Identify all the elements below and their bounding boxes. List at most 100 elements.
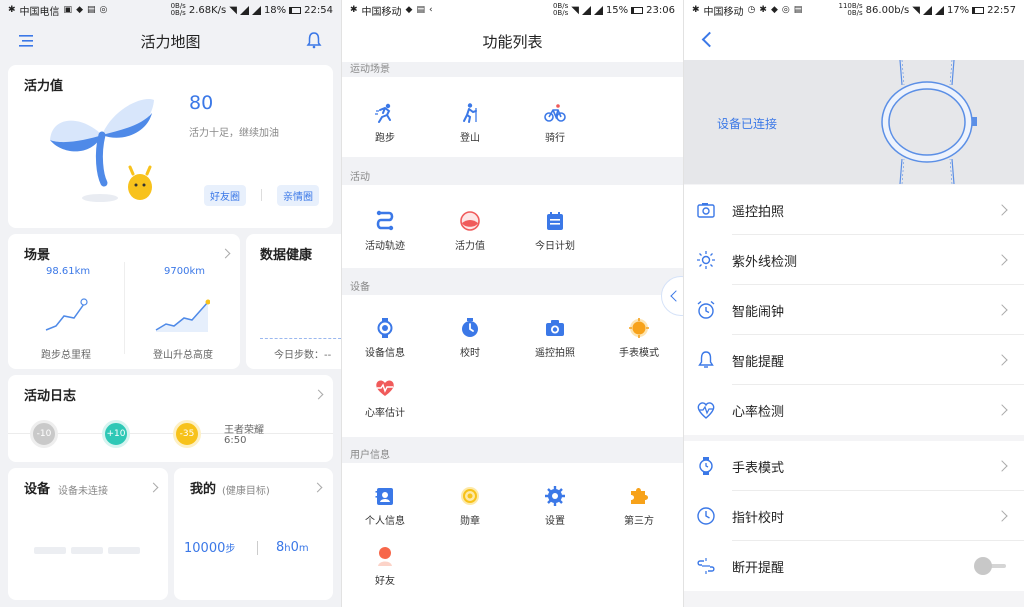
chevron-right-icon [996, 354, 1008, 366]
net-speed-stack: 110B/s 0B/s [838, 2, 863, 17]
clock: 22:57 [987, 4, 1016, 16]
page-title: 活力地图 [140, 32, 201, 51]
func-medal[interactable]: 勋章 [427, 485, 513, 527]
unlink-icon [697, 558, 715, 574]
section-label-sport: 运动场景 [350, 64, 390, 75]
climb-trend-icon [155, 299, 210, 332]
steps-today-label: 今日步数：-- [274, 350, 332, 361]
tab-friends[interactable]: 好友圈 [204, 185, 246, 206]
sun-icon [697, 251, 715, 269]
row-hand-calibration[interactable]: 指针校时 [684, 491, 1024, 541]
status-bar: ✱ 中国移动 ◆ ▤ ‹ 0B/s 0B/s ◥ 15% 23:06 [342, 0, 683, 20]
activity-log-card[interactable]: 活动日志 -10 +10 -35 王者荣耀 6:50 [8, 375, 333, 462]
log-point-negative[interactable]: -35 [173, 420, 201, 448]
divider [124, 262, 125, 354]
alarm-icon: ◷ [747, 5, 756, 15]
func-remote-camera[interactable]: 遥控拍照 [512, 317, 598, 359]
chevron-right-icon [996, 460, 1008, 472]
health-title: 数据健康 [260, 248, 313, 263]
log-point-negative[interactable]: -10 [30, 420, 58, 448]
puzzle-icon [631, 488, 648, 504]
func-today-plan[interactable]: 今日计划 [512, 210, 598, 252]
status-bar: ✱ 中国移动 ◷ ✱ ◆ ◎ ▤ 110B/s 0B/s 86.00b/s ◥ 1… [684, 0, 1024, 20]
chevron-right-icon [996, 254, 1008, 266]
net-speed: 86.00b/s [865, 4, 910, 16]
chevron-right-icon [996, 404, 1008, 416]
row-smart-reminder[interactable]: 智能提醒 [684, 335, 1024, 385]
heart-rate-icon [376, 380, 394, 396]
vitality-card[interactable]: 活力值 80 活力十足，继续加油 好友圈 亲情圈 [8, 65, 333, 228]
tab-family[interactable]: 亲情圈 [277, 185, 319, 206]
bell-icon [698, 351, 714, 368]
hiking-icon [463, 103, 477, 123]
scene-card[interactable]: 场景 98.61km 跑步总里程 9700km 登山升总高度 [8, 234, 240, 369]
row-label: 断开提醒 [732, 560, 785, 576]
notification-icon: ◆ [770, 5, 778, 15]
vitality-gauge-icon [460, 211, 480, 231]
bluetooth-icon: ✱ [692, 5, 700, 15]
disconnect-alert-toggle[interactable] [974, 557, 1006, 575]
scene-title: 场景 [24, 248, 51, 263]
watch-mode-icon [629, 318, 649, 338]
row-watch-mode[interactable]: 手表模式 [684, 441, 1024, 491]
row-disconnect-alert[interactable]: 断开提醒 [684, 541, 1024, 591]
func-climb[interactable]: 登山 [427, 102, 513, 144]
wifi-icon: ◥ [571, 4, 579, 16]
back-arrow-icon[interactable] [701, 31, 718, 48]
chevron-right-icon [220, 248, 231, 259]
wifi-icon: ◥ [229, 4, 237, 16]
divider [261, 189, 262, 201]
run-icon [375, 103, 391, 123]
top-bar: 活力地图 [0, 20, 341, 62]
notification-icon: ▤ [793, 5, 803, 15]
bluetooth-icon: ✱ [350, 5, 358, 15]
top-bar: 功能列表 [342, 20, 683, 62]
placeholder-bar [108, 547, 140, 554]
func-heart-rate[interactable]: 心率估计 [342, 377, 428, 419]
row-smart-alarm[interactable]: 智能闹钟 [684, 285, 1024, 335]
func-friends[interactable]: 好友 [342, 545, 428, 587]
notification-icon: ▤ [86, 5, 96, 15]
func-time-sync[interactable]: 校时 [427, 317, 513, 359]
func-watch-mode[interactable]: 手表模式 [596, 317, 682, 359]
notification-icon: ▤ [416, 5, 425, 15]
signal-icon [239, 5, 249, 15]
func-activity-track[interactable]: 活动轨迹 [342, 210, 428, 252]
row-label: 手表模式 [732, 460, 785, 476]
net-speed-stack: 0B/s 0B/s [552, 2, 569, 17]
menu-icon[interactable] [18, 32, 36, 50]
net-speed: 2.68K/s [188, 4, 227, 16]
func-settings[interactable]: 设置 [512, 485, 598, 527]
toggle-knob [974, 557, 992, 575]
signal-icon [934, 5, 944, 15]
clock: 22:54 [304, 4, 333, 16]
func-profile[interactable]: 个人信息 [342, 485, 428, 527]
heart-rate-icon [697, 402, 715, 419]
chevron-right-icon [996, 304, 1008, 316]
camera-icon [697, 203, 715, 218]
carrier-name: 中国移动 [703, 6, 744, 18]
row-heart-rate[interactable]: 心率检测 [684, 385, 1024, 435]
run-total-value: 98.61km [46, 266, 91, 277]
vitality-value: 80 [189, 92, 214, 114]
mine-card[interactable]: 我的 (健康目标) 10000步 8h0m [174, 468, 333, 600]
func-cycle[interactable]: 骑行 [512, 102, 598, 144]
notification-icon: ✱ [759, 5, 767, 15]
net-speed-stack: 0B/s 0B/s [170, 2, 186, 17]
log-point-positive[interactable]: +10 [102, 420, 130, 448]
func-run[interactable]: 跑步 [342, 102, 428, 144]
carrier-name: 中国移动 [361, 6, 402, 18]
device-card[interactable]: 设备 设备未连接 [8, 468, 168, 600]
bell-icon[interactable] [305, 31, 323, 49]
func-device-info[interactable]: 设备信息 [342, 317, 428, 359]
health-card[interactable]: 数据健康 今日步数：-- [246, 234, 341, 369]
section-activity: 活动轨迹 活力值 今日计划 [342, 185, 683, 268]
func-third-party[interactable]: 第三方 [596, 485, 682, 527]
notification-icon: ◆ [76, 5, 83, 15]
device-settings-screen: ✱ 中国移动 ◷ ✱ ◆ ◎ ▤ 110B/s 0B/s 86.00b/s ◥ 1… [683, 0, 1024, 607]
row-remote-camera[interactable]: 遥控拍照 [684, 185, 1024, 235]
func-vitality[interactable]: 活力值 [427, 210, 513, 252]
row-label: 智能提醒 [732, 354, 785, 370]
row-uv-detect[interactable]: 紫外线检测 [684, 235, 1024, 285]
top-bar [684, 20, 1024, 62]
